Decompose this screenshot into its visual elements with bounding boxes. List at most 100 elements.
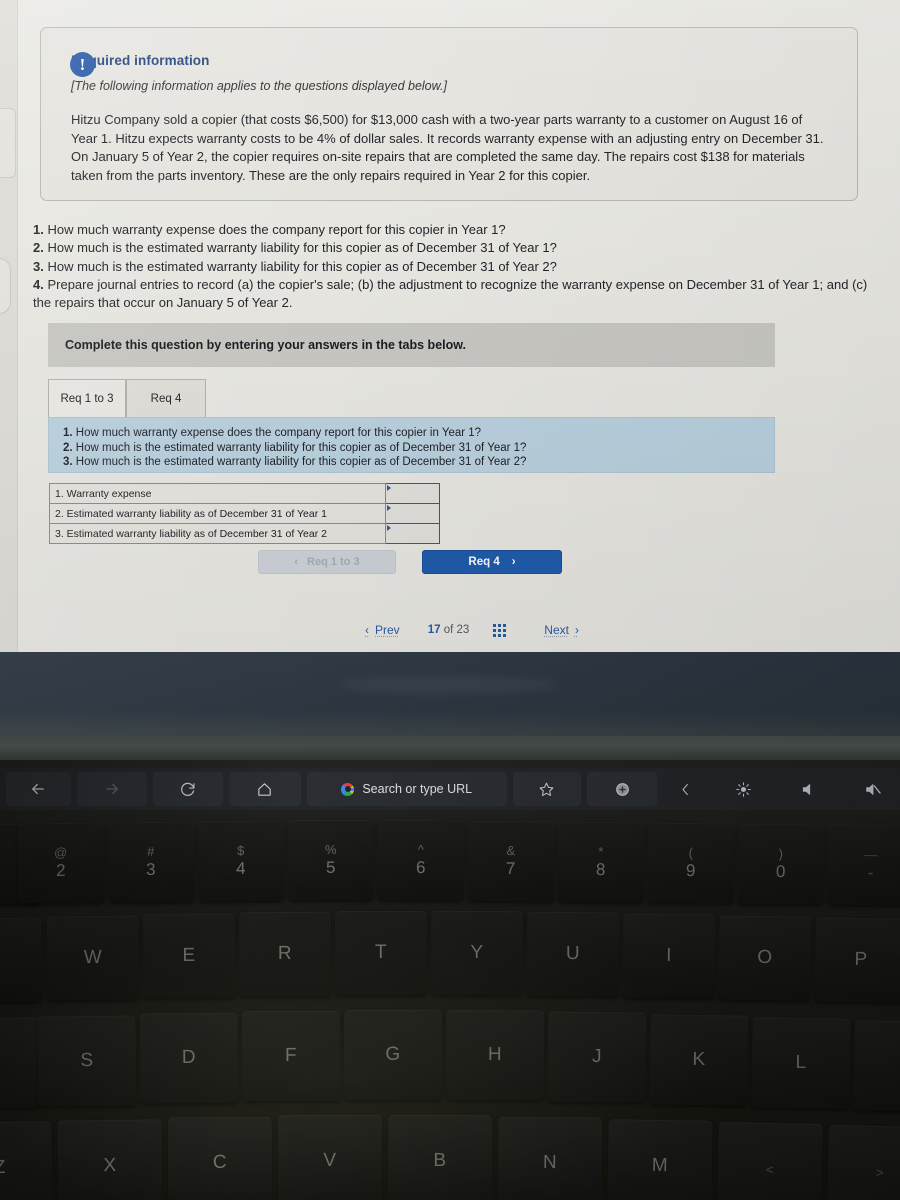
question-item-4: 4. Prepare journal entries to record (a)… (33, 276, 868, 313)
key-semicolon[interactable]: : (853, 1019, 900, 1113)
key-m[interactable]: M (607, 1119, 713, 1200)
key-a[interactable] (0, 1017, 41, 1109)
page-of-label: of (443, 624, 454, 636)
key-k[interactable]: K (649, 1014, 749, 1106)
tab-req-1-to-3[interactable]: Req 1 to 3 (48, 379, 126, 417)
required-information-subtitle: [The following information applies to th… (71, 79, 447, 93)
prev-requirement-label: Req 1 to 3 (307, 556, 360, 568)
blue-panel-item-2: 2. How much is the estimated warranty li… (63, 441, 774, 456)
key-label: Z (0, 1156, 7, 1179)
key-0[interactable]: ) 0 (737, 823, 825, 905)
touchbar-mute-button[interactable] (845, 772, 900, 806)
total-pages: 23 (456, 624, 470, 636)
key-label: L (795, 1051, 807, 1074)
key-upper-label: & (506, 842, 516, 859)
key-d[interactable]: D (139, 1012, 239, 1104)
key-x[interactable]: X (57, 1119, 163, 1200)
prev-page-button[interactable]: ‹ Prev (365, 623, 400, 637)
key-n[interactable]: N (497, 1116, 603, 1200)
key-4[interactable]: $ 4 (197, 820, 285, 902)
laptop-hinge (0, 736, 900, 760)
prev-requirement-button[interactable]: ‹ Req 1 to 3 (258, 550, 396, 574)
key-o[interactable]: O (718, 915, 812, 1001)
answer-input-3[interactable] (385, 523, 440, 544)
key-p[interactable]: P (814, 917, 900, 1003)
key-u[interactable]: U (526, 911, 620, 997)
key-g[interactable]: G (344, 1010, 442, 1100)
key-c[interactable]: C (167, 1116, 273, 1200)
key-h[interactable]: H (445, 1009, 545, 1101)
key-f[interactable]: F (241, 1010, 341, 1102)
key-3[interactable]: # 3 (107, 821, 195, 903)
key-lower-label: 6 (415, 857, 426, 878)
question-item-1: 1. How much warranty expense does the co… (33, 221, 868, 239)
key-upper-label: ^ (417, 841, 425, 858)
blue-panel-text: How much is the estimated warranty liabi… (75, 456, 527, 469)
key-e[interactable]: E (142, 913, 236, 999)
key-v[interactable]: V (277, 1114, 383, 1200)
touchbar-bookmark-button[interactable] (512, 772, 582, 806)
key-w[interactable]: W (46, 915, 140, 1001)
grid-view-icon[interactable] (493, 623, 507, 637)
key-label: W (83, 946, 103, 969)
key-upper-label: @ (53, 844, 68, 861)
key-label: J (591, 1045, 603, 1068)
key-comma[interactable]: < (717, 1122, 823, 1200)
touchbar-reload-button[interactable] (152, 772, 223, 806)
key-label: I (666, 944, 672, 967)
touchbar-forward-button[interactable] (76, 772, 147, 806)
key-7[interactable]: & 7 (467, 820, 555, 902)
key-upper-label: # (146, 843, 155, 860)
key-period[interactable]: > (827, 1124, 900, 1200)
browser-tab-sliver[interactable] (0, 108, 16, 178)
key-lower-label: 9 (685, 860, 697, 881)
key-label: K (692, 1048, 706, 1071)
browser-control-sliver[interactable] (0, 258, 11, 314)
touchbar-collapse-button[interactable] (663, 772, 709, 806)
key-q[interactable] (0, 917, 43, 1003)
next-requirement-button[interactable]: Req 4 › (422, 550, 562, 574)
key-i[interactable]: I (622, 913, 716, 999)
key-z[interactable]: Z (0, 1121, 53, 1200)
key-label: M (651, 1154, 669, 1177)
table-row: 3. Estimated warranty liability as of De… (48, 523, 440, 544)
answer-input-2[interactable] (385, 503, 440, 524)
table-row: 2. Estimated warranty liability as of De… (48, 503, 440, 524)
key-lower-label: 4 (236, 858, 247, 879)
key-b[interactable]: B (387, 1114, 493, 1200)
next-page-button[interactable]: Next › (544, 623, 579, 637)
chevron-right-icon: › (511, 556, 516, 568)
touchbar-back-button[interactable] (6, 772, 71, 806)
laptop-keyboard: Search or type URL @ 2 # 3 $ 4 % 5 ^ 6 &… (0, 760, 900, 1200)
key-s[interactable]: S (37, 1015, 137, 1107)
tab-req-4[interactable]: Req 4 (126, 379, 206, 417)
key-2[interactable]: @ 2 (17, 822, 105, 904)
keyboard-qwerty-row: W E R T Y U I O P (0, 910, 900, 1003)
touchbar-url-bar[interactable]: Search or type URL (306, 772, 507, 806)
key-label: G (385, 1044, 401, 1065)
key-upper-label: > (875, 1164, 885, 1180)
chevron-left-icon: ‹ (365, 623, 369, 637)
keyboard-number-row: @ 2 # 3 $ 4 % 5 ^ 6 & 7 * 8 (9) 0 — - (0, 819, 900, 906)
key-t[interactable]: T (335, 911, 427, 995)
key-label: C (212, 1151, 228, 1174)
key-label: O (757, 946, 773, 969)
key-label: T (374, 942, 388, 963)
touchbar-volume-button[interactable] (778, 772, 840, 806)
key-6[interactable]: ^ 6 (377, 819, 465, 901)
touchbar-home-button[interactable] (228, 772, 301, 806)
key-j[interactable]: J (547, 1011, 647, 1103)
key-8[interactable]: * 8 (557, 821, 645, 903)
key-minus[interactable]: — - (827, 824, 900, 906)
answer-input-1[interactable] (385, 483, 440, 504)
key-l[interactable]: L (751, 1017, 851, 1109)
touchbar-brightness-button[interactable] (714, 772, 773, 806)
question-number: 3. (33, 258, 44, 274)
touchbar-new-tab-button[interactable] (587, 772, 658, 806)
key-y[interactable]: Y (430, 910, 524, 996)
key-9[interactable]: ( 9 (647, 822, 735, 904)
key-5[interactable]: % 5 (288, 820, 374, 900)
key-r[interactable]: R (238, 911, 332, 997)
key-label: U (565, 942, 581, 965)
answer-row-label: 2. Estimated warranty liability as of De… (48, 503, 387, 524)
